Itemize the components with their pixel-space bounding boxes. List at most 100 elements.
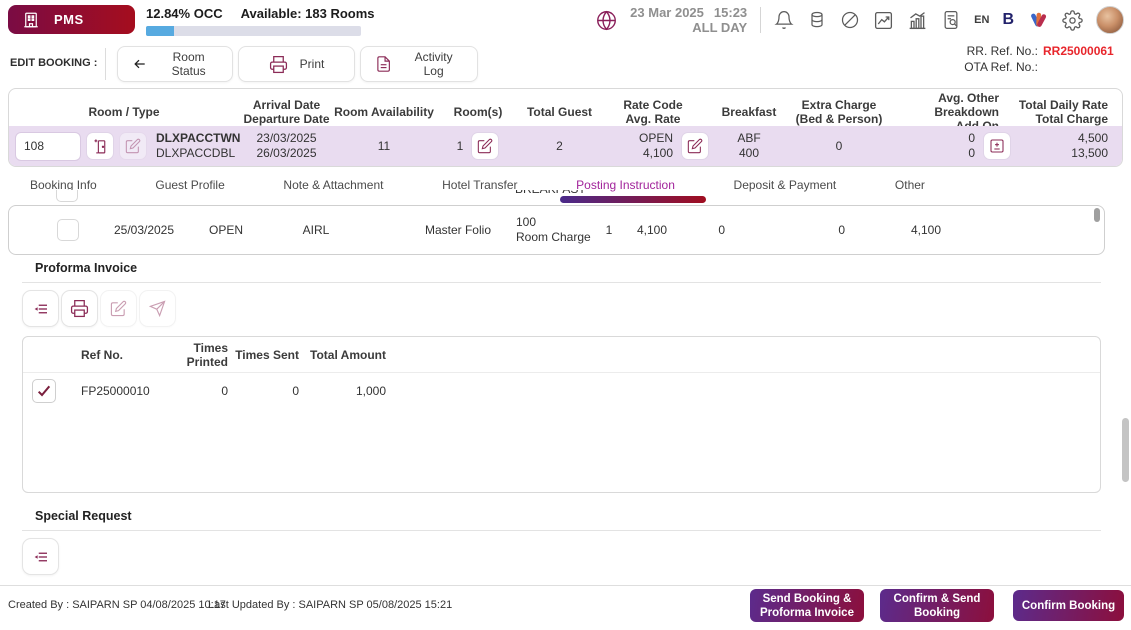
breakfast-rate: 400 [709,146,789,161]
app-name: PMS [54,12,84,27]
palette-icon[interactable] [1027,9,1049,31]
proforma-table-header: Ref No. Times Printed Times Sent Total A… [23,337,1100,373]
proforma-ref-no: FP25000010 [69,384,163,398]
add-room-button[interactable] [86,132,114,160]
edit-icon [110,300,127,317]
room-number-input[interactable] [15,132,81,161]
posting-charge-code: 100 [516,215,599,230]
occupancy-label: 12.84% OCC [146,6,223,21]
edit-rooms-button[interactable] [471,132,499,160]
avg-rate-value: 4,100 [639,146,673,161]
confirm-booking-button[interactable]: Confirm Booking [1013,590,1124,621]
special-request-select-button[interactable] [22,538,59,575]
print-button[interactable]: Print [238,46,355,82]
breakfast-code: ABF [709,131,789,146]
extra-charge-value: 0 [789,139,889,154]
topbar: PMS 12.84% OCC Available: 183 Rooms 23 M… [0,0,1131,40]
circle-slash-icon[interactable] [840,10,860,30]
report-search-icon[interactable] [941,10,961,30]
topbar-actions: 23 Mar 202515:23 ALL DAY EN [596,0,1124,40]
active-tab-underline [560,196,706,203]
proforma-table-row: FP25000010 0 0 1,000 [23,373,1100,409]
booking-summary-panel: Room / Type Arrival DateDeparture Date R… [8,88,1123,167]
toolbar-divider [105,48,106,80]
rr-ref-value: RR25000061 [1043,43,1125,59]
proforma-select-button[interactable] [22,290,59,327]
gear-icon[interactable] [1062,10,1083,31]
col-total-amount: Total Amount [299,348,386,362]
proforma-times-sent: 0 [228,384,299,398]
proforma-times-printed: 0 [163,384,228,398]
room-availability-value: 11 [334,139,434,154]
bar-chart-icon[interactable] [907,10,928,31]
send-booking-proforma-button[interactable]: Send Booking & Proforma Invoice [750,589,864,622]
total-daily-rate-value: 4,500 [1011,131,1108,146]
page-scrollbar-thumb[interactable] [1122,418,1129,482]
arrival-date: 23/03/2025 [239,131,334,146]
footer-divider [0,585,1131,586]
total-charge-value: 13,500 [1011,146,1108,161]
proforma-send-button-disabled [139,290,176,327]
currency-stack-icon[interactable] [807,10,827,30]
posting-row-clipped: BREAKFAST [8,190,1105,205]
edit-booking-toolbar: EDIT BOOKING : Room Status Print Activit… [0,40,1131,88]
add-on-breakdown-button[interactable] [983,132,1011,160]
posting-row-checkbox[interactable] [57,219,79,241]
posting-rate: 4,100 [619,223,667,238]
posting-row-checkbox-clipped[interactable] [56,190,78,202]
posting-zero-b: 0 [725,223,845,238]
booking-summary-header: Room / Type Arrival DateDeparture Date R… [9,89,1122,126]
datetime-display: 23 Mar 202515:23 ALL DAY [630,5,747,35]
activity-log-label: Activity Log [404,50,463,78]
user-avatar[interactable] [1096,6,1124,34]
booking-summary-row: DLXPACCTWN DLXPACCDBL 23/03/2025 26/03/2… [9,126,1122,166]
avg-other-breakdown-value: 0 [968,131,975,146]
proforma-divider [22,282,1101,283]
proforma-edit-button-disabled [100,290,137,327]
posting-charge-name: Room Charge [516,230,599,245]
edit-rate-button[interactable] [681,132,709,160]
posting-zero-a: 0 [667,223,725,238]
created-by-label: Created By : SAIPARN SP 04/08/2025 10:17 [8,599,226,611]
posting-rate-code: OPEN [189,223,263,238]
posting-total: 4,100 [845,223,941,238]
proforma-row-checkbox-checked[interactable] [32,379,56,403]
special-request-title: Special Request [35,509,132,523]
rate-code-value: OPEN [639,131,673,146]
edit-icon [477,138,493,154]
print-label: Print [300,57,325,71]
pms-logo-button[interactable]: PMS [8,5,135,34]
col-times-printed: Times Printed [163,341,228,369]
brand-b-button[interactable]: B [1002,11,1014,29]
activity-log-button[interactable]: Activity Log [360,46,478,82]
special-request-divider [22,530,1101,531]
room-type-secondary: DLXPACCDBL [156,146,240,161]
posting-folio: Master Folio [369,223,491,238]
posting-qty: 1 [599,223,619,238]
col-ref-no: Ref No. [69,348,163,362]
room-status-button[interactable]: Room Status [117,46,233,82]
room-status-label: Room Status [159,50,218,78]
page-title: EDIT BOOKING : [10,57,97,69]
proforma-total-amount: 1,000 [299,384,386,398]
occupancy-progress [146,26,361,36]
printer-icon [70,299,89,318]
proforma-print-button[interactable] [61,290,98,327]
printer-icon [269,55,288,74]
add-on-breakdown-icon [989,138,1005,154]
posting-market: AIRL [263,223,369,238]
current-date: 23 Mar 2025 [630,5,704,20]
posting-row: 25/03/2025 OPEN AIRL Master Folio 100 Ro… [9,206,1104,254]
col-times-sent: Times Sent [228,348,299,362]
shift-label: ALL DAY [630,20,747,35]
rr-ref-label: RR. Ref. No.: [967,43,1038,59]
add-on-value: 0 [968,146,975,161]
globe-icon[interactable] [596,10,617,31]
line-chart-icon[interactable] [873,10,894,31]
posting-instruction-panel: 25/03/2025 OPEN AIRL Master Folio 100 Ro… [8,205,1105,255]
last-updated-label: Last Updated By : SAIPARN SP 05/08/2025 … [208,599,452,611]
bell-icon[interactable] [774,10,794,30]
add-room-icon [92,138,109,155]
confirm-send-booking-button[interactable]: Confirm & Send Booking [880,589,994,622]
language-selector[interactable]: EN [974,14,989,26]
